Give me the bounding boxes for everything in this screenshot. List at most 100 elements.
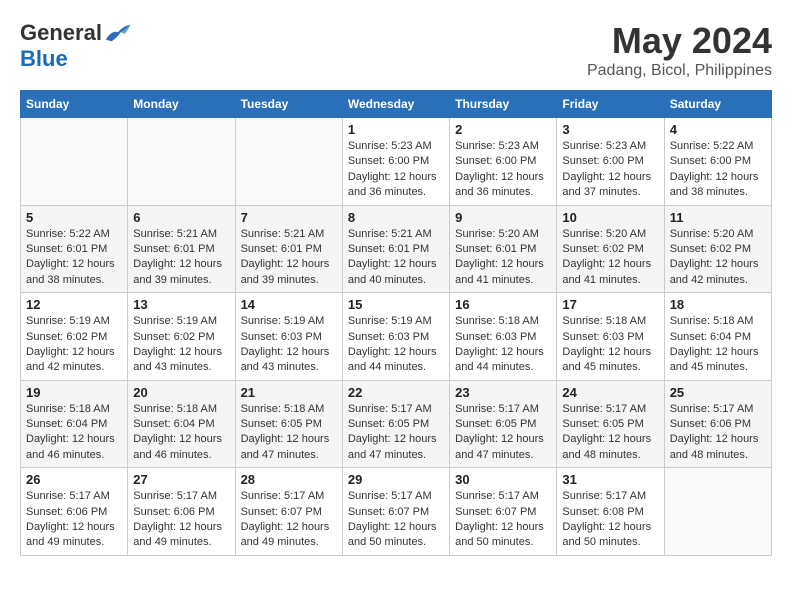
day-number: 14 [241,297,337,312]
day-number: 21 [241,385,337,400]
day-number: 30 [455,472,551,487]
calendar-cell: 4Sunrise: 5:22 AM Sunset: 6:00 PM Daylig… [664,118,771,206]
day-info: Sunrise: 5:20 AM Sunset: 6:02 PM Dayligh… [670,227,766,289]
logo-general: General [20,20,102,46]
calendar-cell: 3 Sunrise: 5:23 AM Sunset: 6:00 PM Daylig… [557,118,664,206]
day-info: Sunrise: 5:23 AM Sunset: 6:00 PM Dayligh… [455,139,551,201]
calendar-cell: 26 Sunrise: 5:17 AM Sunset: 6:06 PM Dayli… [21,468,128,556]
col-header-friday: Friday [557,91,664,118]
day-number: 18 [670,297,766,312]
calendar-cell: 24Sunrise: 5:17 AM Sunset: 6:05 PM Dayli… [557,380,664,468]
calendar-cell: 21 Sunrise: 5:18 AM Sunset: 6:05 PM Dayli… [235,380,342,468]
calendar-week-row: 12 Sunrise: 5:19 AM Sunset: 6:02 PM Dayli… [21,293,772,381]
day-info: Sunrise: 5:19 AM Sunset: 6:03 PM Dayligh… [241,314,337,376]
calendar-week-row: 5 Sunrise: 5:22 AM Sunset: 6:01 PM Daylig… [21,205,772,293]
calendar-cell: 10Sunrise: 5:20 AM Sunset: 6:02 PM Dayli… [557,205,664,293]
day-info: Sunrise: 5:19 AM Sunset: 6:02 PM Dayligh… [26,314,122,376]
day-number: 5 [26,210,122,225]
calendar-week-row: 1 Sunrise: 5:23 AM Sunset: 6:00 PM Daylig… [21,118,772,206]
calendar-cell [21,118,128,206]
calendar-cell: 31 Sunrise: 5:17 AM Sunset: 6:08 PM Dayli… [557,468,664,556]
calendar-cell: 19Sunrise: 5:18 AM Sunset: 6:04 PM Dayli… [21,380,128,468]
day-number: 31 [562,472,658,487]
calendar-week-row: 26 Sunrise: 5:17 AM Sunset: 6:06 PM Dayli… [21,468,772,556]
day-number: 15 [348,297,444,312]
calendar-cell: 14 Sunrise: 5:19 AM Sunset: 6:03 PM Dayli… [235,293,342,381]
calendar-cell: 8 Sunrise: 5:21 AM Sunset: 6:01 PM Daylig… [342,205,449,293]
day-info: Sunrise: 5:23 AM Sunset: 6:00 PM Dayligh… [348,139,444,201]
day-info: Sunrise: 5:20 AM Sunset: 6:02 PM Dayligh… [562,227,658,289]
calendar-cell: 15Sunrise: 5:19 AM Sunset: 6:03 PM Dayli… [342,293,449,381]
day-info: Sunrise: 5:17 AM Sunset: 6:07 PM Dayligh… [455,489,551,551]
day-number: 13 [133,297,229,312]
calendar-cell: 30 Sunrise: 5:17 AM Sunset: 6:07 PM Dayli… [450,468,557,556]
day-info: Sunrise: 5:22 AM Sunset: 6:00 PM Dayligh… [670,139,766,201]
calendar-cell: 18 Sunrise: 5:18 AM Sunset: 6:04 PM Dayli… [664,293,771,381]
day-number: 9 [455,210,551,225]
page-title: May 2024 [587,20,772,62]
day-number: 12 [26,297,122,312]
day-info: Sunrise: 5:20 AM Sunset: 6:01 PM Dayligh… [455,227,551,289]
day-number: 8 [348,210,444,225]
calendar-cell: 23 Sunrise: 5:17 AM Sunset: 6:05 PM Dayli… [450,380,557,468]
col-header-tuesday: Tuesday [235,91,342,118]
col-header-monday: Monday [128,91,235,118]
calendar-cell: 11 Sunrise: 5:20 AM Sunset: 6:02 PM Dayli… [664,205,771,293]
day-number: 2 [455,122,551,137]
calendar-cell: 9 Sunrise: 5:20 AM Sunset: 6:01 PM Daylig… [450,205,557,293]
day-info: Sunrise: 5:22 AM Sunset: 6:01 PM Dayligh… [26,227,122,289]
logo-blue-text: Blue [20,46,68,72]
page-subtitle: Padang, Bicol, Philippines [587,62,772,80]
day-info: Sunrise: 5:17 AM Sunset: 6:05 PM Dayligh… [348,402,444,464]
day-info: Sunrise: 5:17 AM Sunset: 6:07 PM Dayligh… [348,489,444,551]
calendar-cell: 16 Sunrise: 5:18 AM Sunset: 6:03 PM Dayli… [450,293,557,381]
day-number: 19 [26,385,122,400]
day-number: 27 [133,472,229,487]
page-header: General Blue May 2024 Padang, Bicol, Phi… [20,20,772,80]
day-number: 3 [562,122,658,137]
calendar-cell: 1 Sunrise: 5:23 AM Sunset: 6:00 PM Daylig… [342,118,449,206]
day-number: 25 [670,385,766,400]
day-info: Sunrise: 5:17 AM Sunset: 6:06 PM Dayligh… [133,489,229,551]
logo: General Blue [20,20,132,72]
calendar-cell: 28Sunrise: 5:17 AM Sunset: 6:07 PM Dayli… [235,468,342,556]
day-number: 23 [455,385,551,400]
day-info: Sunrise: 5:17 AM Sunset: 6:06 PM Dayligh… [670,402,766,464]
col-header-wednesday: Wednesday [342,91,449,118]
day-info: Sunrise: 5:21 AM Sunset: 6:01 PM Dayligh… [348,227,444,289]
calendar-cell: 7Sunrise: 5:21 AM Sunset: 6:01 PM Daylig… [235,205,342,293]
title-section: May 2024 Padang, Bicol, Philippines [587,20,772,80]
day-number: 16 [455,297,551,312]
calendar-table: SundayMondayTuesdayWednesdayThursdayFrid… [20,90,772,556]
day-info: Sunrise: 5:18 AM Sunset: 6:05 PM Dayligh… [241,402,337,464]
day-number: 6 [133,210,229,225]
calendar-cell: 12 Sunrise: 5:19 AM Sunset: 6:02 PM Dayli… [21,293,128,381]
calendar-cell: 29Sunrise: 5:17 AM Sunset: 6:07 PM Dayli… [342,468,449,556]
calendar-cell: 17Sunrise: 5:18 AM Sunset: 6:03 PM Dayli… [557,293,664,381]
day-info: Sunrise: 5:17 AM Sunset: 6:08 PM Dayligh… [562,489,658,551]
day-info: Sunrise: 5:17 AM Sunset: 6:06 PM Dayligh… [26,489,122,551]
calendar-cell: 6 Sunrise: 5:21 AM Sunset: 6:01 PM Daylig… [128,205,235,293]
day-info: Sunrise: 5:18 AM Sunset: 6:03 PM Dayligh… [562,314,658,376]
day-info: Sunrise: 5:19 AM Sunset: 6:02 PM Dayligh… [133,314,229,376]
day-number: 26 [26,472,122,487]
calendar-cell: 25 Sunrise: 5:17 AM Sunset: 6:06 PM Dayli… [664,380,771,468]
calendar-cell: 5 Sunrise: 5:22 AM Sunset: 6:01 PM Daylig… [21,205,128,293]
day-info: Sunrise: 5:18 AM Sunset: 6:04 PM Dayligh… [133,402,229,464]
calendar-cell: 27 Sunrise: 5:17 AM Sunset: 6:06 PM Dayli… [128,468,235,556]
day-number: 20 [133,385,229,400]
day-info: Sunrise: 5:18 AM Sunset: 6:03 PM Dayligh… [455,314,551,376]
logo-bird-icon [104,22,132,44]
day-info: Sunrise: 5:21 AM Sunset: 6:01 PM Dayligh… [241,227,337,289]
day-info: Sunrise: 5:18 AM Sunset: 6:04 PM Dayligh… [670,314,766,376]
day-info: Sunrise: 5:21 AM Sunset: 6:01 PM Dayligh… [133,227,229,289]
day-info: Sunrise: 5:23 AM Sunset: 6:00 PM Dayligh… [562,139,658,201]
day-number: 1 [348,122,444,137]
day-info: Sunrise: 5:17 AM Sunset: 6:05 PM Dayligh… [455,402,551,464]
day-number: 28 [241,472,337,487]
calendar-week-row: 19 Sunrise: 5:18 AM Sunset: 6:04 PM Dayli… [21,380,772,468]
col-header-thursday: Thursday [450,91,557,118]
col-header-saturday: Saturday [664,91,771,118]
day-number: 11 [670,210,766,225]
calendar-cell [235,118,342,206]
